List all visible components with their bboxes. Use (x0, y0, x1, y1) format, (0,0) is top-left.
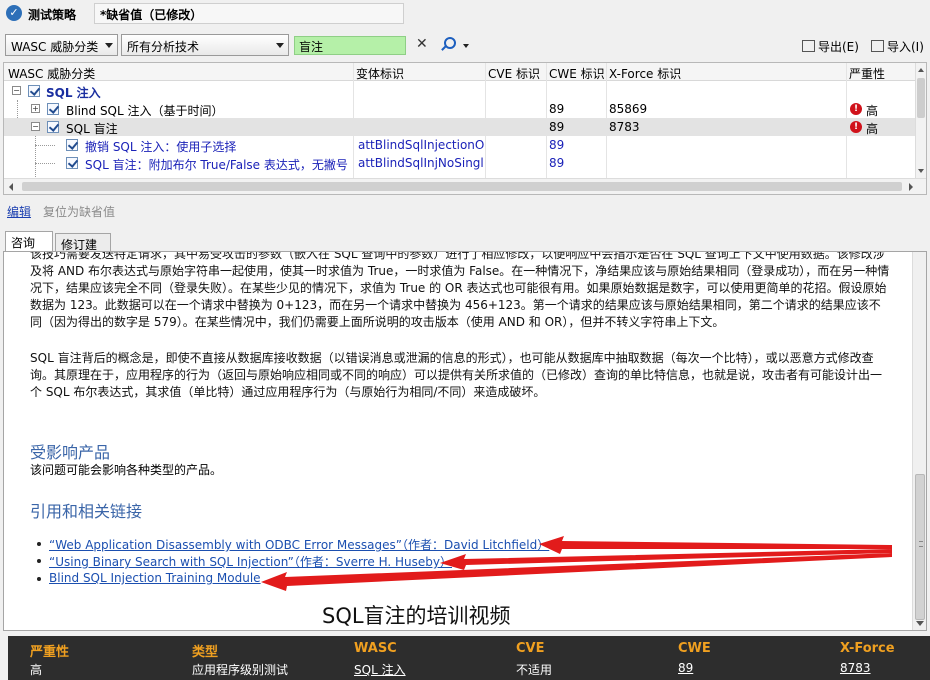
row-variant: attBlindSqlInjectionOrd... (358, 138, 484, 152)
summary-header-cwe: CWE (678, 641, 711, 656)
summary-header-cve: CVE (516, 641, 545, 656)
summary-header-type: 类型 (192, 645, 219, 660)
summary-bar: 严重性 类型 WASC CVE CWE X-Force 高 应用程序级别测试 S… (8, 636, 930, 680)
threat-grid: WASC 威胁分类 变体标识 CVE 标识 CWE 标识 X-Force 标识 … (3, 62, 927, 195)
scroll-thumb[interactable] (915, 474, 925, 620)
technique-select[interactable]: 所有分析技术 (121, 34, 289, 56)
policy-value-field[interactable]: *缺省值（已修改） (94, 3, 404, 24)
row-cwe: 89 (549, 102, 565, 116)
summary-header-severity: 严重性 (30, 645, 70, 660)
tab-description[interactable]: 咨询 (5, 231, 53, 251)
chevron-down-icon (276, 43, 284, 48)
row-variant: attBlindSqlInjNoSingle... (358, 156, 484, 170)
scroll-down-icon[interactable] (918, 169, 924, 173)
summary-link-wasc[interactable]: SQL 注入 (354, 661, 406, 678)
row-checkbox[interactable] (47, 103, 59, 115)
row-severity: 高 (866, 122, 879, 136)
policy-label: 测试策略 (28, 8, 77, 22)
advisory-content: 该技巧需要发送特定请求，其中易受攻击的参数（嵌入在 SQL 查询中的参数）进行了… (3, 251, 927, 631)
row-cwe: 89 (549, 138, 565, 152)
collapse-icon[interactable]: − (12, 86, 21, 95)
classification-select[interactable]: WASC 威胁分类 (5, 34, 118, 56)
export-icon (802, 40, 815, 52)
policy-icon: ✓ (6, 5, 22, 21)
row-checkbox[interactable] (66, 139, 78, 151)
chevron-down-icon (105, 43, 113, 48)
scroll-left-icon[interactable] (9, 183, 13, 191)
tab-fix-recommendation[interactable]: 修订建议 (55, 233, 111, 269)
import-button[interactable]: 导入(I) (871, 38, 924, 55)
content-vertical-scrollbar[interactable] (912, 252, 926, 630)
table-row-selected[interactable]: − SQL 盲注 89 8783 ! 高 (4, 118, 916, 136)
clear-search-icon[interactable]: ✕ (416, 36, 428, 52)
row-cwe: 89 (549, 156, 565, 170)
row-name: Blind SQL 注入（基于时间） (66, 104, 224, 118)
policy-bar: ✓ 测试策略 *缺省值（已修改） (0, 0, 930, 30)
scroll-up-icon[interactable] (918, 68, 924, 72)
search-icon[interactable] (444, 37, 456, 49)
scroll-thumb[interactable] (917, 78, 925, 118)
summary-value-severity: 高 (30, 663, 43, 677)
reset-default-link: 复位为缺省值 (43, 205, 116, 219)
row-name: SQL 盲注：附加布尔 True/False 表达式，无撇号 (85, 158, 348, 172)
col-header-severity[interactable]: 严重性 (849, 65, 885, 82)
grip-icon (919, 541, 923, 547)
collapse-icon[interactable]: − (31, 122, 40, 131)
export-label: 导出(E) (818, 40, 859, 54)
export-button[interactable]: 导出(E) (802, 38, 859, 55)
search-input[interactable]: 盲注 (294, 36, 406, 55)
technique-select-value: 所有分析技术 (127, 40, 200, 54)
row-xforce: 85869 (609, 102, 648, 116)
scroll-right-icon[interactable] (909, 183, 913, 191)
summary-value-cve: 不适用 (516, 663, 553, 677)
col-header-variant[interactable]: 变体标识 (356, 65, 404, 82)
import-label: 导入(I) (887, 40, 924, 54)
table-row[interactable]: − SQL 注入 (4, 82, 916, 100)
row-cwe: 89 (549, 120, 565, 134)
edit-link[interactable]: 编辑 (7, 203, 31, 220)
summary-link-cwe[interactable]: 89 (678, 661, 693, 675)
summary-header-wasc: WASC (354, 641, 397, 656)
table-row[interactable]: + Blind SQL 注入（基于时间） 89 85869 ! 高 (4, 100, 916, 118)
table-row[interactable]: 撤销 SQL 注入：使用子选择 attBlindSqlInjectionOrd.… (4, 136, 916, 154)
col-header-xforce[interactable]: X-Force 标识 (609, 65, 681, 82)
col-header-cve[interactable]: CVE 标识 (488, 65, 540, 82)
row-name: SQL 盲注 (66, 122, 118, 136)
grid-vertical-scrollbar[interactable] (915, 63, 926, 178)
import-icon (871, 40, 884, 52)
high-severity-icon: ! (850, 103, 862, 115)
table-row[interactable]: SQL 盲注：附加布尔 True/False 表达式，无撇号 attBlindS… (4, 154, 916, 172)
grid-header: WASC 威胁分类 变体标识 CVE 标识 CWE 标识 X-Force 标识 … (4, 63, 916, 81)
row-checkbox[interactable] (66, 157, 78, 169)
col-header-cwe[interactable]: CWE 标识 (549, 65, 605, 82)
summary-value-type: 应用程序级别测试 (192, 663, 289, 677)
col-header-classification[interactable]: WASC 威胁分类 (8, 65, 95, 82)
row-name: 撤销 SQL 注入：使用子选择 (85, 140, 237, 154)
row-severity: 高 (866, 104, 879, 118)
row-xforce: 8783 (609, 120, 640, 134)
high-severity-icon: ! (850, 121, 862, 133)
scroll-thumb[interactable] (22, 182, 902, 191)
summary-header-xforce: X-Force (840, 641, 895, 656)
row-checkbox[interactable] (28, 85, 40, 97)
row-name: SQL 注入 (46, 86, 101, 100)
grid-horizontal-scrollbar[interactable] (4, 178, 926, 194)
scroll-down-icon[interactable] (916, 621, 924, 626)
annotation-arrows (261, 536, 892, 591)
annotation-caption: SQL盲注的培训视频 (322, 604, 511, 628)
expand-icon[interactable]: + (31, 104, 40, 113)
summary-link-xforce[interactable]: 8783 (840, 661, 871, 675)
filter-toolbar: WASC 威胁分类 所有分析技术 盲注 ✕ 导出(E) 导入(I) (0, 32, 930, 60)
classification-select-value: WASC 威胁分类 (11, 40, 99, 54)
row-checkbox[interactable] (47, 121, 59, 133)
search-options-chevron-icon[interactable] (463, 44, 469, 48)
